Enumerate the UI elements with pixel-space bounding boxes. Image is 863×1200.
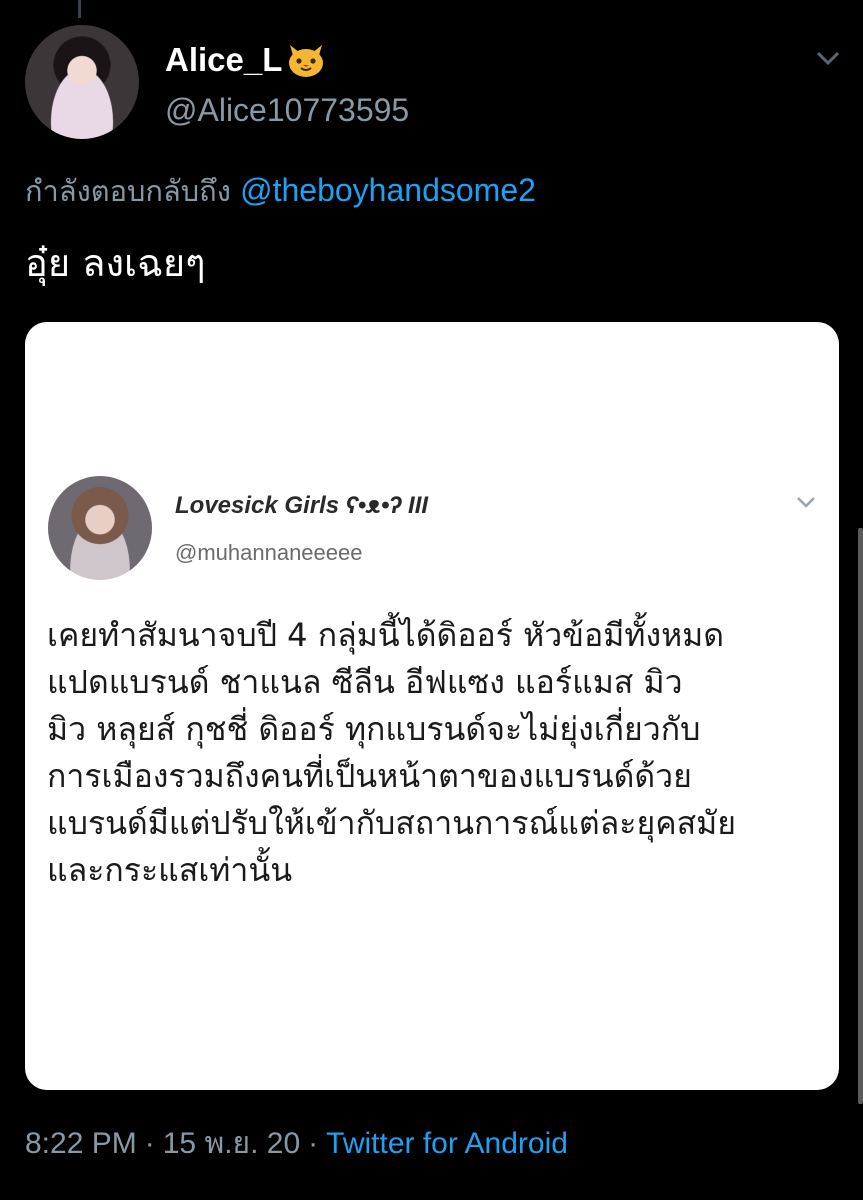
tweet-text: อุ๋ย ลงเฉยๆ — [25, 241, 206, 285]
embedded-text-line: แปดแบรนด์ ชาแนล ซีลีน อีฟแซง แอร์แมส มิว — [47, 663, 683, 701]
embedded-chevron-down-icon — [795, 494, 817, 514]
avatar[interactable] — [25, 25, 139, 139]
meta-separator: · — [144, 1127, 155, 1160]
meta-separator: · — [308, 1127, 319, 1160]
embedded-text-line: แบรนด์มีแต่ปรับให้เข้ากับสถานการณ์แต่ละย… — [47, 804, 736, 842]
reply-mention-link[interactable]: @theboyhandsome2 — [240, 172, 536, 208]
tweet-date: 15 พ.ย. 20 — [162, 1127, 301, 1160]
cat-face-icon — [286, 41, 326, 79]
chevron-down-icon[interactable] — [814, 48, 842, 72]
handle[interactable]: @Alice10773595 — [165, 92, 409, 129]
embedded-text-line: มิว หลุยส์ กุชชี่ ดิออร์ ทุกแบรนด์จะไม่ย… — [47, 710, 701, 748]
embedded-text-line: เคยทำสัมนาจบปี 4 กลุ่มนี้ได้ดิออร์ หัวข้… — [47, 616, 725, 654]
attached-image[interactable]: Lovesick Girls ʕ•ᴥ•ʔ III @muhannaneeeee … — [25, 322, 839, 1090]
embedded-text-line: และกระแสเท่านั้น — [47, 851, 293, 889]
thread-connector-line — [78, 0, 81, 18]
embedded-display-name: Lovesick Girls ʕ•ᴥ•ʔ III — [175, 492, 429, 519]
display-name: Alice_L — [165, 41, 283, 78]
embedded-text-line: การเมืองรวมถึงคนที่เป็นหน้าตาของแบรนด์ด้… — [47, 757, 692, 795]
embedded-avatar — [48, 476, 152, 580]
scrollbar[interactable] — [858, 528, 863, 1104]
embedded-tweet-text: เคยทำสัมนาจบปี 4 กลุ่มนี้ได้ดิออร์ หัวข้… — [47, 612, 827, 894]
tweet-time: 8:22 PM — [25, 1127, 137, 1160]
reply-context: กำลังตอบกลับถึง @theboyhandsome2 — [25, 168, 536, 214]
embedded-handle: @muhannaneeeee — [175, 540, 363, 565]
tweet-source-link[interactable]: Twitter for Android — [326, 1127, 568, 1160]
tweet-meta: 8:22 PM · 15 พ.ย. 20 · Twitter for Android — [25, 1120, 568, 1167]
author-name-row[interactable]: Alice_L — [165, 38, 326, 82]
reply-prefix: กำลังตอบกลับถึง — [25, 174, 231, 208]
